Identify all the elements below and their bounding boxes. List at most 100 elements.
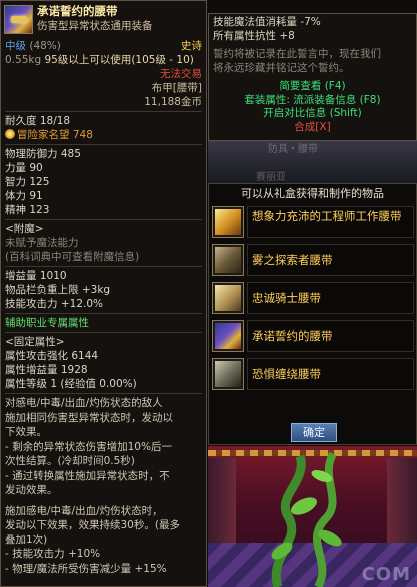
buff-power: 增益量 1010: [5, 270, 67, 282]
list-item-label: 想象力充沛的工程师工作腰带: [247, 206, 414, 238]
stat-row: 体力 91: [1, 189, 206, 203]
watermark: COM: [361, 564, 411, 585]
enchant-title: <附魔>: [5, 223, 44, 235]
list-item[interactable]: 承诺誓约的腰带: [211, 318, 414, 356]
stat-value: 90: [29, 162, 43, 174]
fixed-attr-row: 属性攻击强化 6144: [1, 349, 206, 363]
desc-line: 叠加1次): [5, 533, 48, 546]
stat-row: 精神 123: [1, 203, 206, 217]
weight-limit-row: 物品栏负重上限 +3kg: [1, 283, 206, 297]
lore-line: 誓约将被记录在此誓言中，现在我们: [213, 48, 381, 60]
stat-label: 智力: [5, 176, 26, 188]
enchant-hint-row: (百科词典中可查看附魔信息): [1, 250, 206, 264]
rarity-label: 史诗: [181, 40, 202, 52]
enchant-title-row: <附魔>: [1, 222, 206, 236]
trade-row: 无法交易: [1, 67, 206, 81]
loyal-knight-belt-icon: [215, 285, 241, 311]
durability-row: 耐久度 18/18: [1, 114, 206, 128]
list-item-label: 忠诚骑士腰带: [247, 282, 414, 314]
stat-value: 123: [29, 204, 50, 216]
list-item-label: 雾之探索者腰带: [247, 244, 414, 276]
trade-status: 无法交易: [160, 68, 202, 80]
fixed-attr-row: 属性增益量 1928: [1, 363, 206, 377]
item-tooltip-right: 技能魔法值消耗量 -7% 所有属性抗性 +8 誓约将被记录在此誓言中，现在我们 …: [208, 13, 417, 141]
grade-percent: (48%): [29, 40, 61, 52]
background-text: 防具・腰带: [268, 144, 318, 155]
divider: [5, 144, 202, 145]
buff-power-row: 增益量 1010: [1, 269, 206, 283]
stat-row: 物理防御力 485: [1, 147, 206, 161]
divider: [5, 332, 202, 333]
list-item-label: 恐惧缠绕腰带: [247, 358, 414, 390]
desc-line: - 通过转换属性施加异常状态时，不: [5, 469, 170, 482]
weight-row: 0.55kg 95级以上可以使用(105级 - 10): [1, 53, 206, 67]
fixed-attr-row: 属性等级 1 (经验值 0.00%): [1, 377, 206, 391]
mist-explorer-belt-icon: [215, 247, 241, 273]
desc-line: - 物理/魔法所受伤害减少量 +15%: [5, 562, 167, 575]
fear-bound-belt-icon: [215, 361, 241, 387]
list-item[interactable]: 恐惧缠绕腰带: [211, 356, 414, 394]
item-subtitle: 伤害型异常状态通用装备: [37, 20, 153, 32]
item-slot: [212, 206, 244, 238]
fixed-attr: 属性攻击强化 6144: [5, 350, 99, 362]
fixed-attr-title: <固定属性>: [5, 336, 65, 348]
set-info-hotkey[interactable]: 套装属性: 流派装备信息 (F8): [209, 94, 416, 108]
enchant-none-row: 未赋予魔法能力: [1, 236, 206, 250]
stat-label: 精神: [5, 204, 26, 216]
item-slot: [212, 358, 244, 390]
divider: [5, 313, 202, 314]
stat-value: 485: [60, 148, 81, 160]
adventurer-fame-row: 冒险家名望 748: [1, 128, 206, 142]
weight-value: 0.55kg: [5, 54, 42, 66]
desc-line: 施加相同伤害型异常状态时，发动以: [5, 411, 173, 424]
fixed-title-row: <固定属性>: [1, 335, 206, 349]
durability: 耐久度 18/18: [5, 115, 71, 127]
weight-limit: 物品栏负重上限 +3kg: [5, 284, 111, 296]
support-title-row: 辅助职业专属属性: [1, 316, 206, 330]
stat-value: 125: [29, 176, 50, 188]
effect-description-a: 对感电/中毒/出血/灼伤状态的敌人 施加相同伤害型异常状态时，发动以 下效果。 …: [1, 396, 206, 498]
stat-label: 力量: [5, 162, 26, 174]
desc-line: 发动效果。: [5, 484, 58, 496]
divider: [5, 219, 202, 220]
list-item[interactable]: 忠诚骑士腰带: [211, 280, 414, 318]
enchant-hint: (百科词典中可查看附魔信息): [5, 251, 140, 263]
item-price: 11,188金币: [144, 96, 202, 108]
all-resistance: 所有属性抗性 +8: [213, 29, 295, 42]
desc-line: - 技能攻击力 +10%: [5, 548, 101, 560]
item-slot: [212, 282, 244, 314]
stat-row: 智力 125: [1, 175, 206, 189]
synthesize-hotkey[interactable]: 合成[X]: [209, 121, 416, 135]
fame-icon: [5, 129, 15, 139]
type-row: 布甲[腰带]: [1, 81, 206, 95]
confirm-button[interactable]: 确定: [291, 423, 337, 442]
list-item-label: 承诺誓约的腰带: [247, 320, 414, 352]
background-text: 赛丽亚: [256, 172, 286, 183]
compare-hotkey[interactable]: 开启对比信息 (Shift): [209, 107, 416, 121]
oath-belt-icon: [4, 5, 33, 34]
desc-line: - 剩余的异常状态伤害增加10%后一: [5, 440, 172, 453]
item-slot: [212, 320, 244, 352]
engineer-belt-icon: [215, 209, 241, 235]
list-item[interactable]: 雾之探索者腰带: [211, 242, 414, 280]
level-requirement: 95级以上可以使用(105级 - 10): [44, 54, 194, 66]
fixed-attr: 属性增益量 1928: [5, 364, 88, 376]
grade-label: 中级: [5, 40, 26, 52]
skill-attack-row: 技能攻击力 +12.0%: [1, 297, 206, 311]
desc-line: 发动以下效果，效果持续30秒。(最多: [5, 519, 180, 531]
divider: [5, 393, 202, 394]
item-name: 承诺誓约的腰带: [37, 4, 118, 18]
effect-description-b: 施加感电/中毒/出血/灼伤状态时， 发动以下效果，效果持续30秒。(最多 叠加1…: [1, 504, 206, 577]
brief-view-hotkey[interactable]: 简要查看 (F4): [209, 80, 416, 94]
divider: [5, 111, 202, 112]
panel-title: 可以从礼盒获得和制作的物品: [241, 187, 384, 200]
stat-label: 物理防御力: [5, 148, 58, 160]
item-tooltip-left: 承诺誓约的腰带 伤害型异常状态通用装备 中级 (48%) 史诗 0.55kg 9…: [0, 0, 207, 587]
stat-list: 物理防御力 485 力量 90 智力 125 体力 91 精神 123: [1, 147, 206, 217]
list-item[interactable]: 想象力充沛的工程师工作腰带: [211, 204, 414, 242]
desc-line: 对感电/中毒/出血/灼伤状态的敌人: [5, 397, 163, 409]
grade-row: 中级 (48%) 史诗: [1, 39, 206, 53]
tooltip-header: 承诺誓约的腰带 伤害型异常状态通用装备: [1, 1, 206, 39]
desc-line: 施加感电/中毒/出血/灼伤状态时，: [5, 504, 163, 517]
oath-promise-belt-icon: [215, 323, 241, 349]
